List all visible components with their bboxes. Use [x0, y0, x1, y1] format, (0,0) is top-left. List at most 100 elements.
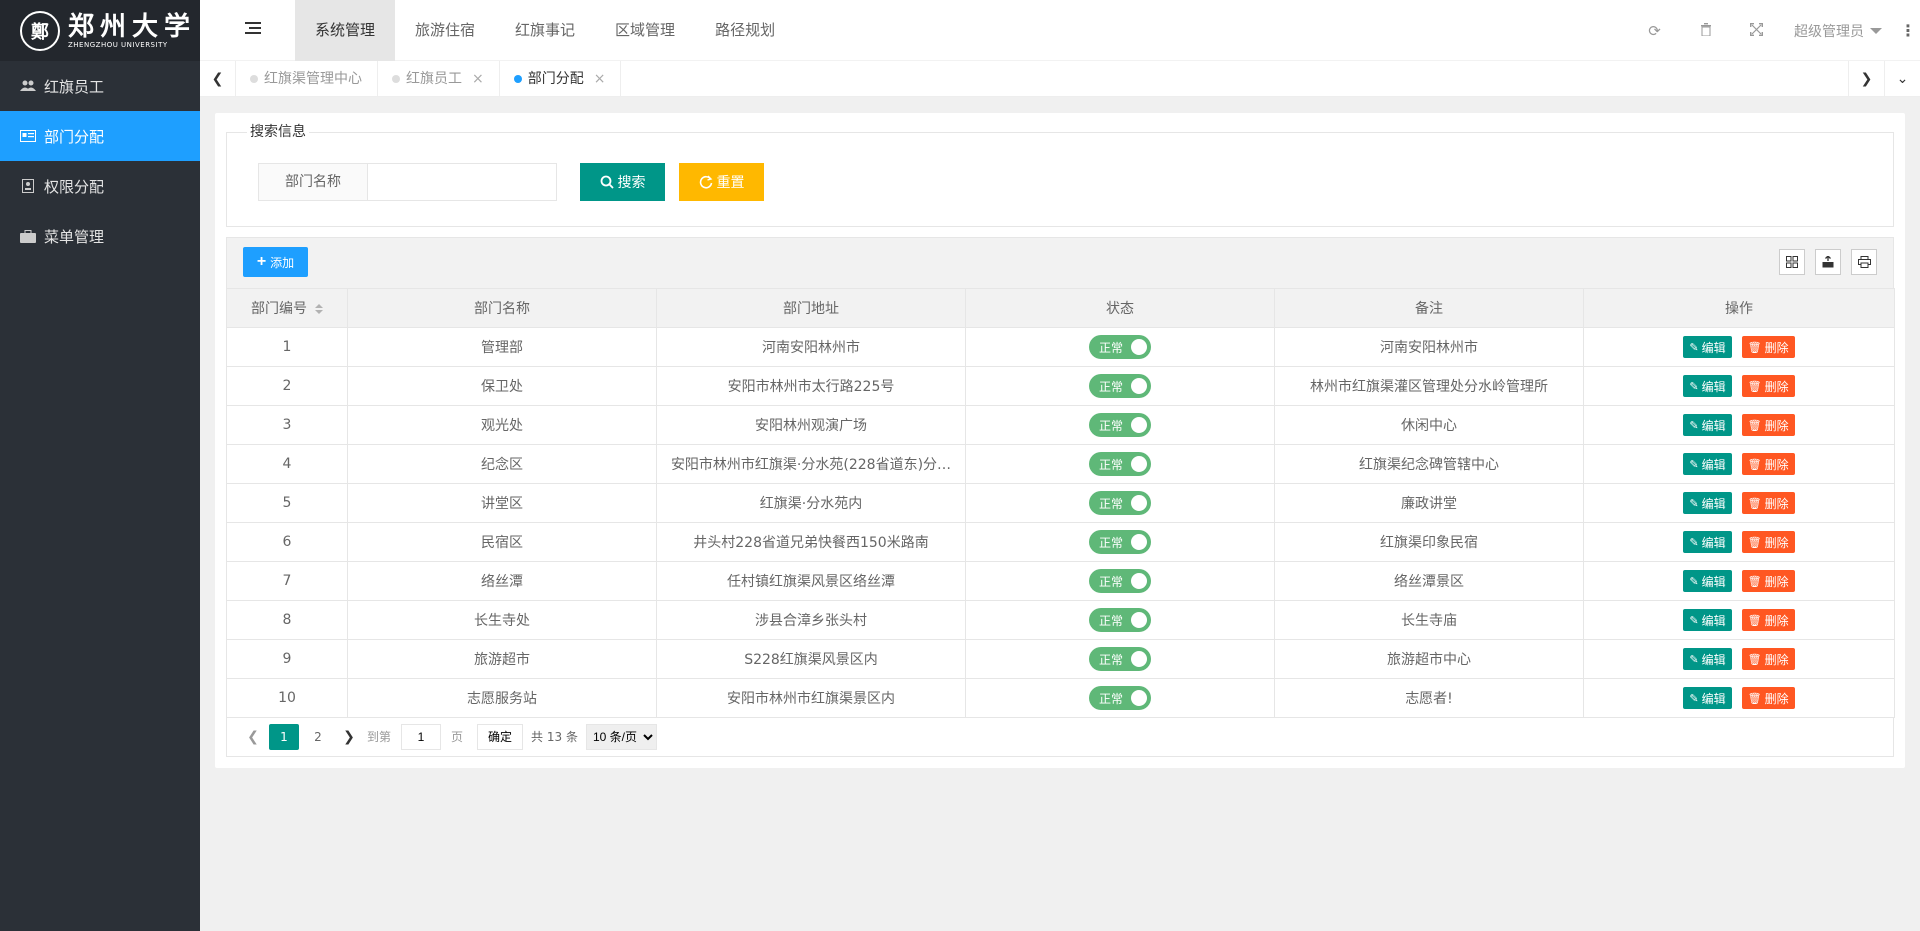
- edit-button[interactable]: ✎ 编辑: [1683, 648, 1732, 670]
- goto-page-input[interactable]: [401, 723, 442, 750]
- next-page-icon[interactable]: ❯: [335, 729, 363, 745]
- logo[interactable]: 鄭 郑州大学 ZHENGZHOU UNIVERSITY: [0, 0, 200, 61]
- delete-button-label: 删除: [1764, 496, 1789, 511]
- nav-system-management[interactable]: 系统管理: [295, 0, 396, 61]
- status-switch[interactable]: 正常: [1089, 530, 1151, 554]
- delete-button[interactable]: 🗑 删除: [1741, 453, 1795, 475]
- nav-hongqi-events[interactable]: 红旗事记: [495, 0, 595, 61]
- search-legend: 搜索信息: [247, 124, 309, 140]
- cell-remark: 络丝潭景区: [1274, 561, 1584, 601]
- delete-button[interactable]: 🗑 删除: [1741, 492, 1795, 514]
- add-button[interactable]: + 添加: [243, 247, 308, 277]
- sidebar-item-menus[interactable]: 菜单管理: [0, 211, 200, 261]
- edit-button[interactable]: ✎ 编辑: [1683, 609, 1732, 631]
- department-name-input[interactable]: [367, 163, 557, 201]
- sidebar-item-departments[interactable]: 部门分配: [0, 111, 200, 161]
- status-switch[interactable]: 正常: [1089, 335, 1151, 359]
- status-switch[interactable]: 正常: [1089, 647, 1151, 671]
- status-switch[interactable]: 正常: [1089, 491, 1151, 515]
- cell-status: 正常: [965, 522, 1275, 562]
- delete-button[interactable]: 🗑 删除: [1741, 414, 1795, 436]
- edit-button[interactable]: ✎ 编辑: [1683, 336, 1732, 358]
- page-1[interactable]: 1: [269, 723, 299, 750]
- trash-icon: 🗑: [1747, 458, 1762, 471]
- search-icon: [600, 175, 614, 189]
- edit-button[interactable]: ✎ 编辑: [1683, 453, 1732, 475]
- sidebar-item-permissions[interactable]: 权限分配: [0, 161, 200, 211]
- delete-button[interactable]: 🗑 删除: [1741, 336, 1795, 358]
- tabs-scroll-right-icon[interactable]: ❯: [1848, 61, 1884, 97]
- cell-actions: ✎ 编辑 🗑 删除: [1583, 405, 1895, 445]
- delete-button[interactable]: 🗑 删除: [1741, 609, 1795, 631]
- delete-button[interactable]: 🗑 删除: [1741, 531, 1795, 553]
- tabs-scroll-left-icon[interactable]: ❮: [200, 61, 236, 97]
- user-menu[interactable]: 超级管理员: [1782, 21, 1896, 41]
- cell-remark: 旅游超市中心: [1274, 639, 1584, 679]
- status-switch[interactable]: 正常: [1089, 452, 1151, 476]
- cell-actions: ✎ 编辑 🗑 删除: [1583, 483, 1895, 523]
- search-field-label: 部门名称: [258, 163, 368, 201]
- edit-button[interactable]: ✎ 编辑: [1683, 375, 1732, 397]
- columns-filter-icon[interactable]: [1779, 249, 1805, 275]
- close-icon[interactable]: ×: [594, 61, 606, 97]
- edit-button[interactable]: ✎ 编辑: [1683, 570, 1732, 592]
- page-2[interactable]: 2: [303, 724, 333, 750]
- prev-page-icon[interactable]: ❮: [239, 729, 267, 745]
- status-switch[interactable]: 正常: [1089, 608, 1151, 632]
- chevron-down-icon[interactable]: ⌄: [1884, 61, 1920, 97]
- column-header-id[interactable]: 部门编号: [226, 288, 348, 328]
- cell-actions: ✎ 编辑 🗑 删除: [1583, 639, 1895, 679]
- cell-address: 井头村228省道兄弟快餐西150米路南: [656, 522, 966, 562]
- delete-button[interactable]: 🗑 删除: [1741, 687, 1795, 709]
- export-icon[interactable]: [1815, 249, 1841, 275]
- trash-icon[interactable]: [1680, 22, 1731, 40]
- reset-button[interactable]: 重置: [679, 163, 764, 201]
- tab-management-center[interactable]: 红旗渠管理中心: [236, 61, 378, 97]
- search-button[interactable]: 搜索: [580, 163, 665, 201]
- department-table: 部门编号 部门名称 部门地址 状态 备注 操作 1 管理部 河南安阳林州市 正常 河南安…: [226, 288, 1895, 718]
- pagination: ❮ 1 2 ❯ 到第 页 确定 共 13 条 10 条/页: [226, 717, 1894, 757]
- column-header-name: 部门名称: [347, 288, 657, 328]
- tab-employees[interactable]: 红旗员工 ×: [378, 61, 500, 97]
- cell-remark: 红旗渠纪念碑管辖中心: [1274, 444, 1584, 484]
- pencil-icon: ✎: [1689, 380, 1699, 393]
- goto-prefix: 到第: [367, 730, 392, 744]
- menu-toggle-icon[interactable]: [245, 22, 261, 36]
- nav-tourism-lodging[interactable]: 旅游住宿: [395, 0, 495, 61]
- table-row: 2 保卫处 安阳市林州市太行路225号 正常 林州市红旗渠灌区管理处分水岭管理所 ✎ 编辑 🗑…: [226, 366, 1895, 406]
- fullscreen-icon[interactable]: [1731, 22, 1782, 40]
- sort-icon[interactable]: [315, 304, 323, 314]
- status-switch[interactable]: 正常: [1089, 569, 1151, 593]
- delete-button[interactable]: 🗑 删除: [1741, 375, 1795, 397]
- more-vertical-icon[interactable]: ⋮: [1896, 21, 1920, 40]
- trash-icon: 🗑: [1747, 653, 1762, 666]
- delete-button[interactable]: 🗑 删除: [1741, 570, 1795, 592]
- cell-id: 7: [226, 561, 348, 601]
- edit-button[interactable]: ✎ 编辑: [1683, 492, 1732, 514]
- switch-knob: [1131, 651, 1147, 667]
- nav-route-planning[interactable]: 路径规划: [695, 0, 795, 61]
- edit-button[interactable]: ✎ 编辑: [1683, 414, 1732, 436]
- nav-area-management[interactable]: 区域管理: [595, 0, 695, 61]
- sidebar: 鄭 郑州大学 ZHENGZHOU UNIVERSITY 红旗员工 部门分配 权限…: [0, 0, 200, 931]
- tab-departments[interactable]: 部门分配 ×: [500, 61, 622, 97]
- edit-button[interactable]: ✎ 编辑: [1683, 531, 1732, 553]
- edit-button[interactable]: ✎ 编辑: [1683, 687, 1732, 709]
- refresh-icon[interactable]: ⟳: [1629, 22, 1680, 40]
- cell-name: 长生寺处: [347, 600, 657, 640]
- goto-confirm-button[interactable]: 确定: [477, 723, 524, 750]
- status-switch[interactable]: 正常: [1089, 374, 1151, 398]
- cell-name: 管理部: [347, 327, 657, 367]
- user-name: 超级管理员: [1794, 23, 1864, 40]
- close-icon[interactable]: ×: [472, 61, 484, 97]
- page-size-select[interactable]: 10 条/页: [585, 723, 657, 750]
- print-icon[interactable]: [1851, 249, 1877, 275]
- switch-knob: [1131, 612, 1147, 628]
- status-switch[interactable]: 正常: [1089, 413, 1151, 437]
- status-switch[interactable]: 正常: [1089, 686, 1151, 710]
- logo-subtitle: ZHENGZHOU UNIVERSITY: [68, 40, 168, 49]
- delete-button[interactable]: 🗑 删除: [1741, 648, 1795, 670]
- switch-knob: [1131, 456, 1147, 472]
- cell-remark: 休闲中心: [1274, 405, 1584, 445]
- sidebar-item-employees[interactable]: 红旗员工: [0, 61, 200, 111]
